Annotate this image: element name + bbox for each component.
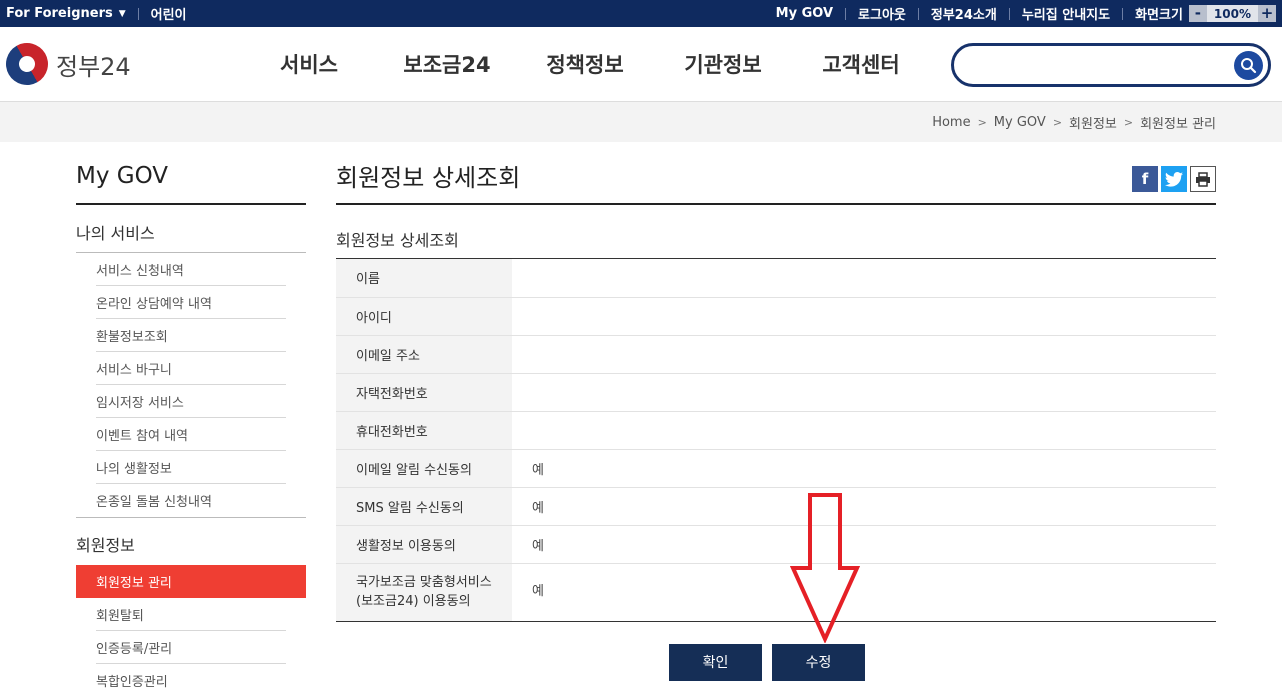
row-label-id: 아이디 [336,297,512,336]
breadcrumb-current: 회원정보 관리 [1140,116,1216,132]
table-row: 국가보조금 맞춤형서비스 (보조금24) 이용동의 예 [336,563,1216,622]
search-input[interactable] [951,43,1271,87]
search-button[interactable] [1234,51,1263,80]
left-sidebar: My GOV 나의 서비스 서비스 신청내역 온라인 상담예약 내역 환불정보조… [76,142,306,697]
logout-link[interactable]: 로그아웃 [846,4,918,23]
breadcrumb: Home > My GOV > 회원정보 > 회원정보 관리 [932,113,1216,132]
sitemap-link[interactable]: 누리집 안내지도 [1010,4,1122,23]
row-value-subsidy-consent: 예 [512,563,1216,622]
row-label-home-phone: 자택전화번호 [336,373,512,412]
kids-link[interactable]: 어린이 [139,4,199,23]
row-label-name: 이름 [336,259,512,298]
share-buttons: f [1132,166,1216,192]
row-label-subsidy-consent: 국가보조금 맞춤형서비스 (보조금24) 이용동의 [336,563,512,622]
table-row: 이메일 주소 [336,335,1216,374]
row-label-mobile: 휴대전화번호 [336,411,512,450]
table-row: SMS 알림 수신동의 예 [336,487,1216,526]
sidebar-list-my-services: 서비스 신청내역 온라인 상담예약 내역 환불정보조회 서비스 바구니 임시저장… [76,253,306,517]
row-value-id [512,297,1216,336]
row-value-mobile [512,411,1216,450]
nav-institutions[interactable]: 기관정보 [654,49,792,79]
about-link[interactable]: 정부24소개 [919,4,1009,23]
content-area: 회원정보 상세조회 f 회원정보 상세조회 이름 아이디 이메일 주소 자택전화… [336,142,1216,681]
sidebar-group-my-services: 나의 서비스 [76,205,306,253]
caret-down-icon: ▼ [118,8,126,19]
action-buttons: 확인 수정 [336,643,1216,681]
page-title: 회원정보 상세조회 [336,164,521,192]
confirm-button[interactable]: 확인 [669,643,762,681]
edit-button[interactable]: 수정 [772,643,865,681]
sidebar-item-applications[interactable]: 서비스 신청내역 [96,253,286,286]
sidebar-item-care[interactable]: 온종일 돌봄 신청내역 [96,484,286,517]
for-foreigners-label: For Foreigners [6,6,113,21]
main-nav: 서비스 보조금24 정책정보 기관정보 고객센터 [240,49,930,79]
row-value-sms-consent: 예 [512,487,1216,526]
chevron-right-icon: > [1123,115,1134,129]
row-value-email-consent: 예 [512,449,1216,488]
facebook-icon[interactable]: f [1132,166,1158,192]
sidebar-item-cert-manage[interactable]: 인증등록/관리 [96,631,286,664]
sidebar-item-life-info[interactable]: 나의 생활정보 [96,451,286,484]
sidebar-item-refund[interactable]: 환불정보조회 [96,319,286,352]
zoom-control: - 100% + [1188,5,1276,22]
row-label-subsidy-line1: 국가보조금 맞춤형서비스 [356,574,492,590]
for-foreigners-dropdown[interactable]: For Foreigners ▼ [6,6,138,21]
sidebar-title: My GOV [76,142,306,205]
chevron-right-icon: > [977,115,987,129]
page-title-row: 회원정보 상세조회 f [336,142,1216,205]
taegeuk-logo-icon [0,35,56,93]
sidebar-item-consultation[interactable]: 온라인 상담예약 내역 [96,286,286,319]
breadcrumb-bar: Home > My GOV > 회원정보 > 회원정보 관리 [0,102,1282,142]
mygov-link[interactable]: My GOV [764,6,845,21]
table-row: 이름 [336,259,1216,298]
zoom-level: 100% [1206,5,1258,22]
nav-policy[interactable]: 정책정보 [516,49,654,79]
sidebar-item-withdraw[interactable]: 회원탈퇴 [96,598,286,631]
site-header: 정부24 서비스 보조금24 정책정보 기관정보 고객센터 [0,27,1282,102]
sidebar-item-member-manage[interactable]: 회원정보 관리 [76,565,306,598]
row-label-subsidy-line2: (보조금24) 이용동의 [356,594,471,609]
sidebar-item-events[interactable]: 이벤트 참여 내역 [96,418,286,451]
table-row: 이메일 알림 수신동의 예 [336,449,1216,488]
sidebar-item-temp-saved[interactable]: 임시저장 서비스 [96,385,286,418]
breadcrumb-member-info[interactable]: 회원정보 [1069,113,1117,132]
nav-subsidy24[interactable]: 보조금24 [378,49,516,79]
table-row: 생활정보 이용동의 예 [336,525,1216,564]
chevron-right-icon: > [1052,115,1063,129]
sidebar-item-multi-auth[interactable]: 복합인증관리 [96,664,286,697]
row-label-email-consent: 이메일 알림 수신동의 [336,449,512,488]
print-icon[interactable] [1190,166,1216,192]
zoom-out-button[interactable]: - [1188,5,1207,22]
twitter-icon[interactable] [1161,166,1187,192]
sidebar-group-member-info: 회원정보 [76,536,135,555]
nav-services[interactable]: 서비스 [240,49,378,79]
search-icon [1241,58,1257,74]
table-row: 자택전화번호 [336,373,1216,412]
row-value-lifeinfo-consent: 예 [512,525,1216,564]
breadcrumb-home[interactable]: Home [932,115,970,130]
table-row: 휴대전화번호 [336,411,1216,450]
row-label-sms-consent: SMS 알림 수신동의 [336,487,512,526]
nav-customer-center[interactable]: 고객센터 [792,49,930,79]
row-label-lifeinfo-consent: 생활정보 이용동의 [336,525,512,564]
table-row: 아이디 [336,297,1216,336]
screen-size-label: 화면크기 [1135,8,1183,23]
site-logo[interactable]: 정부24 [0,35,206,93]
top-utility-bar: For Foreigners ▼ 어린이 My GOV 로그아웃 정부24소개 … [0,0,1282,27]
row-value-name [512,259,1216,298]
sidebar-item-basket[interactable]: 서비스 바구니 [96,352,286,385]
breadcrumb-mygov[interactable]: My GOV [994,115,1046,130]
row-value-email [512,335,1216,374]
member-info-table: 이름 아이디 이메일 주소 자택전화번호 휴대전화번호 이메일 알림 수신동의 예… [336,259,1216,622]
zoom-in-button[interactable]: + [1258,5,1276,22]
logo-text: 정부24 [56,52,131,81]
row-label-email: 이메일 주소 [336,335,512,374]
red-down-arrow-annotation [790,493,860,643]
section-title: 회원정보 상세조회 [336,225,1216,259]
row-value-home-phone [512,373,1216,412]
